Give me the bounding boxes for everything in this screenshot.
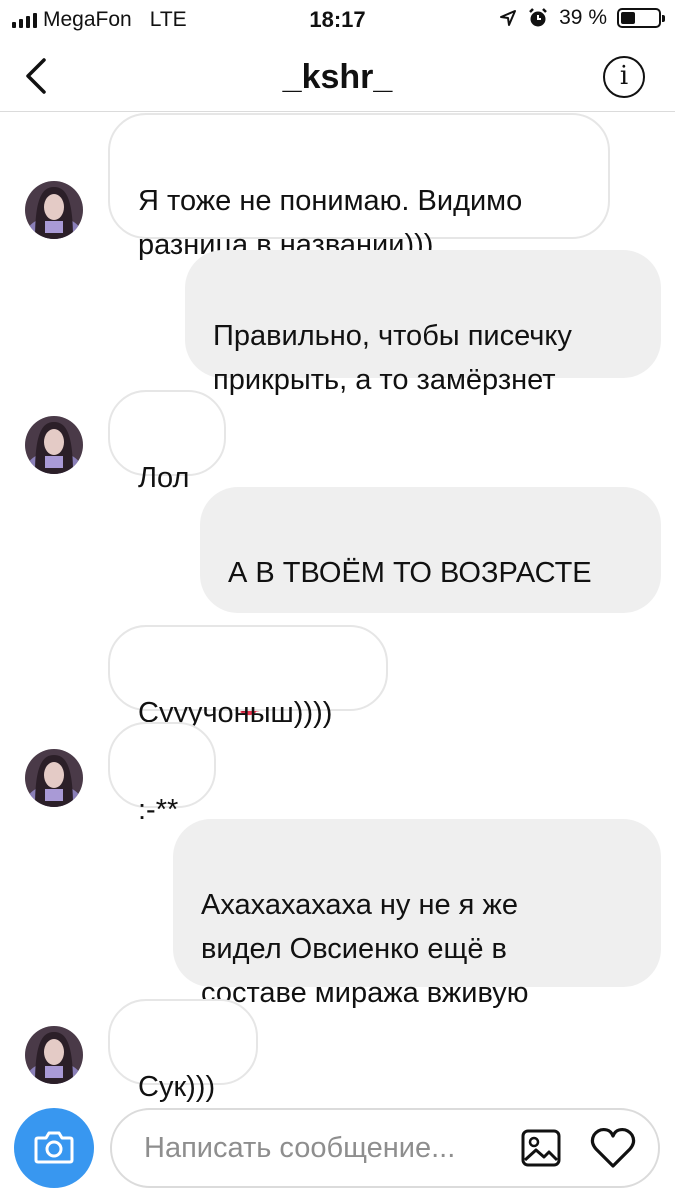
avatar[interactable]	[25, 416, 83, 474]
message-bubble-incoming[interactable]: Лол	[108, 390, 226, 494]
chat-username[interactable]: _kshr_	[0, 58, 675, 97]
message-text: А В ТВОЁМ ТО ВОЗРАСТЕ	[228, 557, 592, 589]
chat-header: _kshr_ i	[0, 40, 675, 112]
message-bubble-outgoing[interactable]: Ахахахахаха ну не я же видел Овсиенко ещ…	[173, 819, 661, 1048]
message-bubble-outgoing[interactable]: А В ТВОЁМ ТО ВОЗРАСТЕ	[200, 487, 661, 716]
battery-fill	[621, 12, 636, 24]
message-text: Сук)))	[138, 1071, 216, 1103]
avatar-image	[25, 416, 83, 474]
avatar[interactable]	[25, 749, 83, 807]
alarm-clock-icon	[529, 8, 548, 27]
location-arrow-icon	[500, 10, 517, 26]
status-right: 39 %	[499, 6, 665, 30]
battery-percent: 39 %	[559, 6, 607, 29]
heart-icon	[590, 1127, 636, 1168]
like-button[interactable]	[590, 1126, 636, 1170]
message-text: Ахахахахаха ну не я же видел Овсиенко ещ…	[201, 889, 529, 1009]
message-bubble-incoming[interactable]: :-**	[108, 722, 216, 826]
message-bubble-incoming[interactable]: Сук)))	[108, 999, 258, 1103]
info-icon: i	[619, 61, 629, 91]
message-composer	[0, 1100, 675, 1200]
camera-icon	[34, 1131, 74, 1164]
message-thread[interactable]: Я тоже не понимаю. Видимо разница в назв…	[0, 113, 675, 1103]
status-bar: MegaFon LTE 18:17 39 %	[0, 0, 675, 40]
avatar-image	[25, 1026, 83, 1084]
avatar-image	[25, 749, 83, 807]
gallery-button[interactable]	[520, 1126, 562, 1170]
gallery-icon	[521, 1129, 561, 1167]
message-text: Лол	[138, 462, 190, 494]
message-bubble-incoming[interactable]: Я тоже не понимаю. Видимо разница в назв…	[108, 113, 610, 261]
message-bubble-outgoing[interactable]: Правильно, чтобы писечку прикрыть, а то …	[185, 250, 661, 396]
camera-button[interactable]	[14, 1108, 94, 1188]
message-input-wrapper	[110, 1108, 660, 1188]
avatar-image	[25, 181, 83, 239]
message-text: :-**	[138, 794, 179, 826]
avatar[interactable]	[25, 1026, 83, 1084]
message-text: Правильно, чтобы писечку прикрыть, а то …	[213, 320, 572, 396]
message-bubble-incoming[interactable]: Сууучоныш))))	[108, 625, 388, 729]
message-input[interactable]	[144, 1110, 514, 1186]
info-button[interactable]: i	[603, 56, 645, 98]
avatar[interactable]	[25, 181, 83, 239]
battery-icon	[617, 8, 665, 28]
